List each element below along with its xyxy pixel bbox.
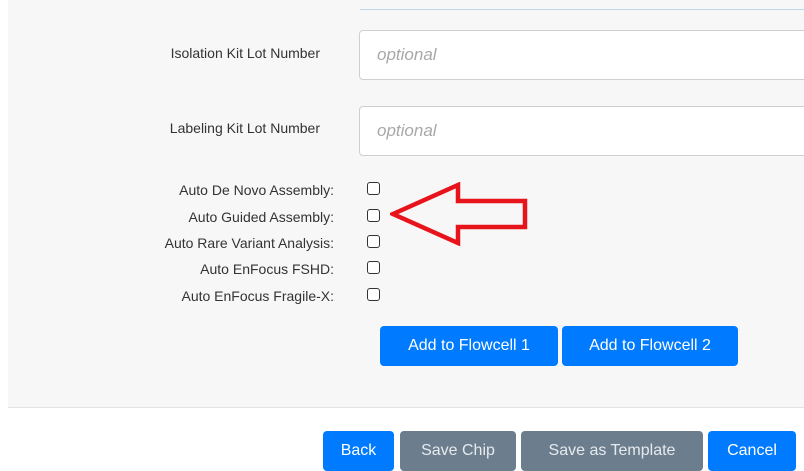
auto-de-novo-label: Auto De Novo Assembly: (179, 182, 334, 198)
back-button[interactable]: Back (323, 431, 394, 471)
add-to-flowcell-2-button[interactable]: Add to Flowcell 2 (562, 326, 738, 366)
auto-enfocus-fragile-x-label: Auto EnFocus Fragile-X: (181, 288, 334, 304)
auto-enfocus-fshd-checkbox[interactable] (367, 261, 380, 274)
auto-rare-variant-label: Auto Rare Variant Analysis: (164, 235, 334, 251)
isolation-kit-lot-input[interactable] (359, 30, 804, 80)
add-to-flowcell-1-button[interactable]: Add to Flowcell 1 (380, 326, 558, 366)
auto-enfocus-fragile-x-row: Auto EnFocus Fragile-X: (0, 286, 804, 306)
auto-enfocus-fshd-row: Auto EnFocus FSHD: (0, 260, 804, 280)
auto-guided-checkbox[interactable] (367, 209, 380, 222)
auto-rare-variant-checkbox[interactable] (367, 235, 380, 248)
cancel-button[interactable]: Cancel (708, 431, 796, 471)
footer-divider (8, 407, 804, 408)
auto-de-novo-checkbox[interactable] (367, 182, 380, 195)
labeling-kit-lot-label: Labeling Kit Lot Number (169, 120, 320, 136)
save-chip-button[interactable]: Save Chip (400, 431, 516, 471)
isolation-kit-lot-label: Isolation Kit Lot Number (170, 45, 320, 61)
labeling-kit-lot-input[interactable] (359, 106, 804, 156)
left-arrow-icon (390, 182, 528, 246)
auto-enfocus-fragile-x-checkbox[interactable] (367, 288, 380, 301)
save-as-template-button[interactable]: Save as Template (521, 431, 703, 471)
auto-enfocus-fshd-label: Auto EnFocus FSHD: (200, 261, 334, 277)
previous-input-edge (360, 0, 804, 10)
auto-guided-label: Auto Guided Assembly: (188, 209, 334, 225)
